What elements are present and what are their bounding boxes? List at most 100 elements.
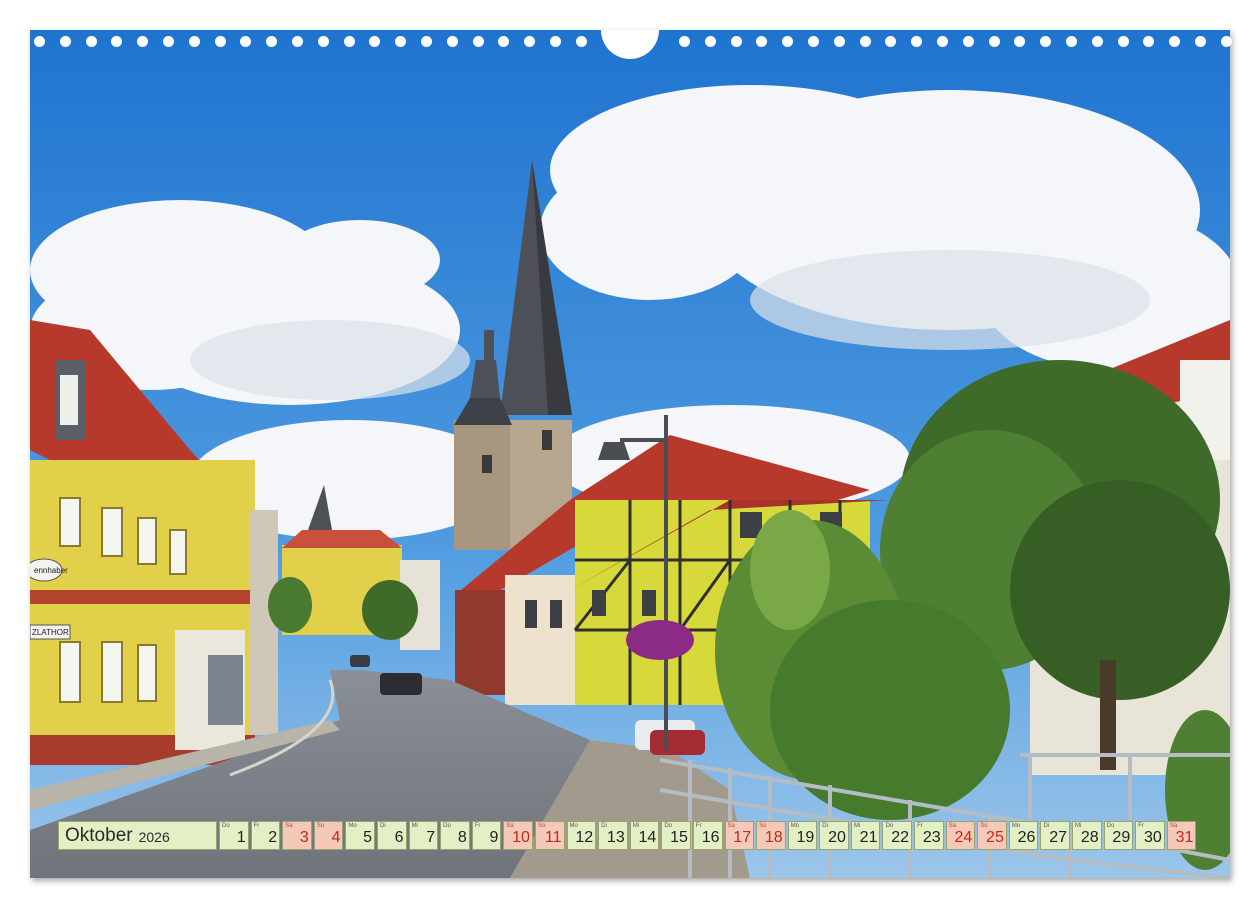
day-weekday: Fr bbox=[474, 823, 481, 829]
day-cell: So 11 bbox=[534, 821, 565, 850]
binding-hole bbox=[704, 36, 716, 47]
day-number: 14 bbox=[638, 829, 657, 846]
binding-hole bbox=[137, 36, 149, 47]
binding-hole bbox=[885, 36, 897, 47]
binding-hole bbox=[1066, 36, 1077, 47]
day-weekday: Do bbox=[222, 823, 230, 829]
day-number: 9 bbox=[489, 829, 499, 846]
day-cells: Do 1 Fr 2 Sa 3 So 4 Mo 5 Di 6 Mi 7 Do 8 Fr 9 Sa 10 So 11 Mo 12 D… bbox=[219, 821, 1198, 850]
day-cell: Di 13 bbox=[598, 821, 628, 850]
binding-hole bbox=[1195, 36, 1206, 47]
day-number: 18 bbox=[764, 829, 783, 846]
day-cell: Fr 30 bbox=[1135, 821, 1165, 850]
day-number: 12 bbox=[575, 829, 594, 846]
day-number: 10 bbox=[512, 829, 530, 846]
day-cell: Mi 14 bbox=[629, 821, 660, 850]
binding-hole bbox=[1117, 36, 1129, 47]
binding-hole bbox=[421, 36, 432, 47]
day-cell: Di 6 bbox=[376, 821, 407, 850]
shop-sign-text: ennhaber bbox=[34, 566, 68, 575]
day-number: 6 bbox=[394, 829, 404, 846]
day-cell: Mo 5 bbox=[345, 821, 375, 850]
day-cell: Fr 2 bbox=[250, 821, 281, 850]
day-number: 31 bbox=[1175, 829, 1194, 846]
binding-hole bbox=[214, 36, 226, 47]
day-number: 28 bbox=[1080, 829, 1099, 846]
day-weekday: Fr bbox=[253, 823, 260, 829]
day-weekday: Mo bbox=[348, 823, 357, 829]
binding-hole bbox=[1169, 36, 1181, 47]
binding-hole bbox=[395, 36, 407, 47]
binding-hole bbox=[446, 36, 458, 47]
day-cell: So 4 bbox=[313, 821, 344, 850]
binding-hole bbox=[498, 36, 510, 47]
day-number: 7 bbox=[426, 829, 436, 846]
day-number: 25 bbox=[986, 829, 1004, 846]
binding-hole bbox=[317, 36, 329, 47]
binding-hole bbox=[472, 36, 484, 47]
binding-hole bbox=[266, 36, 278, 47]
street-sign-text: ZLATHOR bbox=[32, 628, 69, 637]
day-number: 5 bbox=[363, 829, 372, 846]
binding-hole bbox=[1220, 36, 1232, 47]
binding-hole bbox=[911, 36, 923, 47]
month-name: Oktober bbox=[65, 824, 133, 846]
day-number: 11 bbox=[544, 829, 562, 846]
binding-hole bbox=[369, 36, 381, 47]
day-number: 20 bbox=[828, 829, 846, 846]
day-number: 1 bbox=[236, 829, 246, 846]
day-number: 19 bbox=[796, 829, 815, 846]
binding-hole bbox=[679, 36, 690, 47]
day-cell: Do 15 bbox=[661, 821, 691, 850]
day-cell: So 25 bbox=[977, 821, 1007, 850]
binding-hole bbox=[1040, 36, 1052, 47]
day-number: 3 bbox=[299, 829, 309, 846]
binding-hole bbox=[937, 36, 948, 47]
binding-hole bbox=[833, 36, 845, 47]
day-cell: Do 22 bbox=[882, 821, 913, 850]
day-number: 15 bbox=[670, 829, 688, 846]
binding-hole bbox=[550, 36, 561, 47]
day-cell: Di 20 bbox=[819, 821, 849, 850]
day-number: 24 bbox=[954, 829, 973, 846]
day-number: 8 bbox=[457, 829, 467, 846]
day-number: 4 bbox=[331, 829, 341, 846]
day-cell: Mo 26 bbox=[1008, 821, 1039, 850]
day-number: 17 bbox=[733, 829, 752, 846]
binding-hole bbox=[988, 36, 1000, 47]
day-cell: Mi 28 bbox=[1072, 821, 1102, 850]
day-number: 13 bbox=[606, 829, 625, 846]
binding-hole bbox=[292, 36, 303, 47]
day-cell: Sa 17 bbox=[724, 821, 755, 850]
day-weekday: Mi bbox=[411, 823, 418, 829]
day-weekday: So bbox=[316, 823, 325, 829]
binding-hole bbox=[575, 36, 587, 47]
binding-hole bbox=[808, 36, 819, 47]
binding-hole bbox=[1091, 36, 1103, 47]
binding-hole bbox=[34, 36, 45, 47]
day-weekday: Do bbox=[443, 823, 451, 829]
binding-hole bbox=[1143, 36, 1155, 47]
binding-hole bbox=[59, 36, 71, 47]
binding-hole bbox=[163, 36, 174, 47]
binding-hole bbox=[240, 36, 252, 47]
calendar-strip: Oktober 2026 Do 1 Fr 2 Sa 3 So 4 Mo 5 Di 6 Mi 7 Do 8 Fr 9… bbox=[58, 821, 1198, 850]
day-cell: Fr 9 bbox=[471, 821, 502, 850]
binding-hole bbox=[756, 36, 768, 47]
binding-hole bbox=[730, 36, 742, 47]
day-cell: Fr 23 bbox=[914, 821, 944, 850]
binding-hole bbox=[111, 36, 123, 47]
day-cell: Di 27 bbox=[1040, 821, 1071, 850]
day-cell: Mo 19 bbox=[787, 821, 818, 850]
binding-hole bbox=[188, 36, 200, 47]
day-cell: Mi 7 bbox=[408, 821, 439, 850]
day-number: 23 bbox=[922, 829, 941, 846]
day-cell: Sa 3 bbox=[282, 821, 312, 850]
binding-hole bbox=[524, 36, 536, 47]
day-cell: Sa 10 bbox=[503, 821, 533, 850]
day-weekday: Di bbox=[379, 823, 386, 829]
day-number: 27 bbox=[1049, 829, 1068, 846]
day-cell: Fr 16 bbox=[692, 821, 723, 850]
day-cell: Mi 21 bbox=[850, 821, 881, 850]
day-cell: Do 1 bbox=[219, 821, 249, 850]
